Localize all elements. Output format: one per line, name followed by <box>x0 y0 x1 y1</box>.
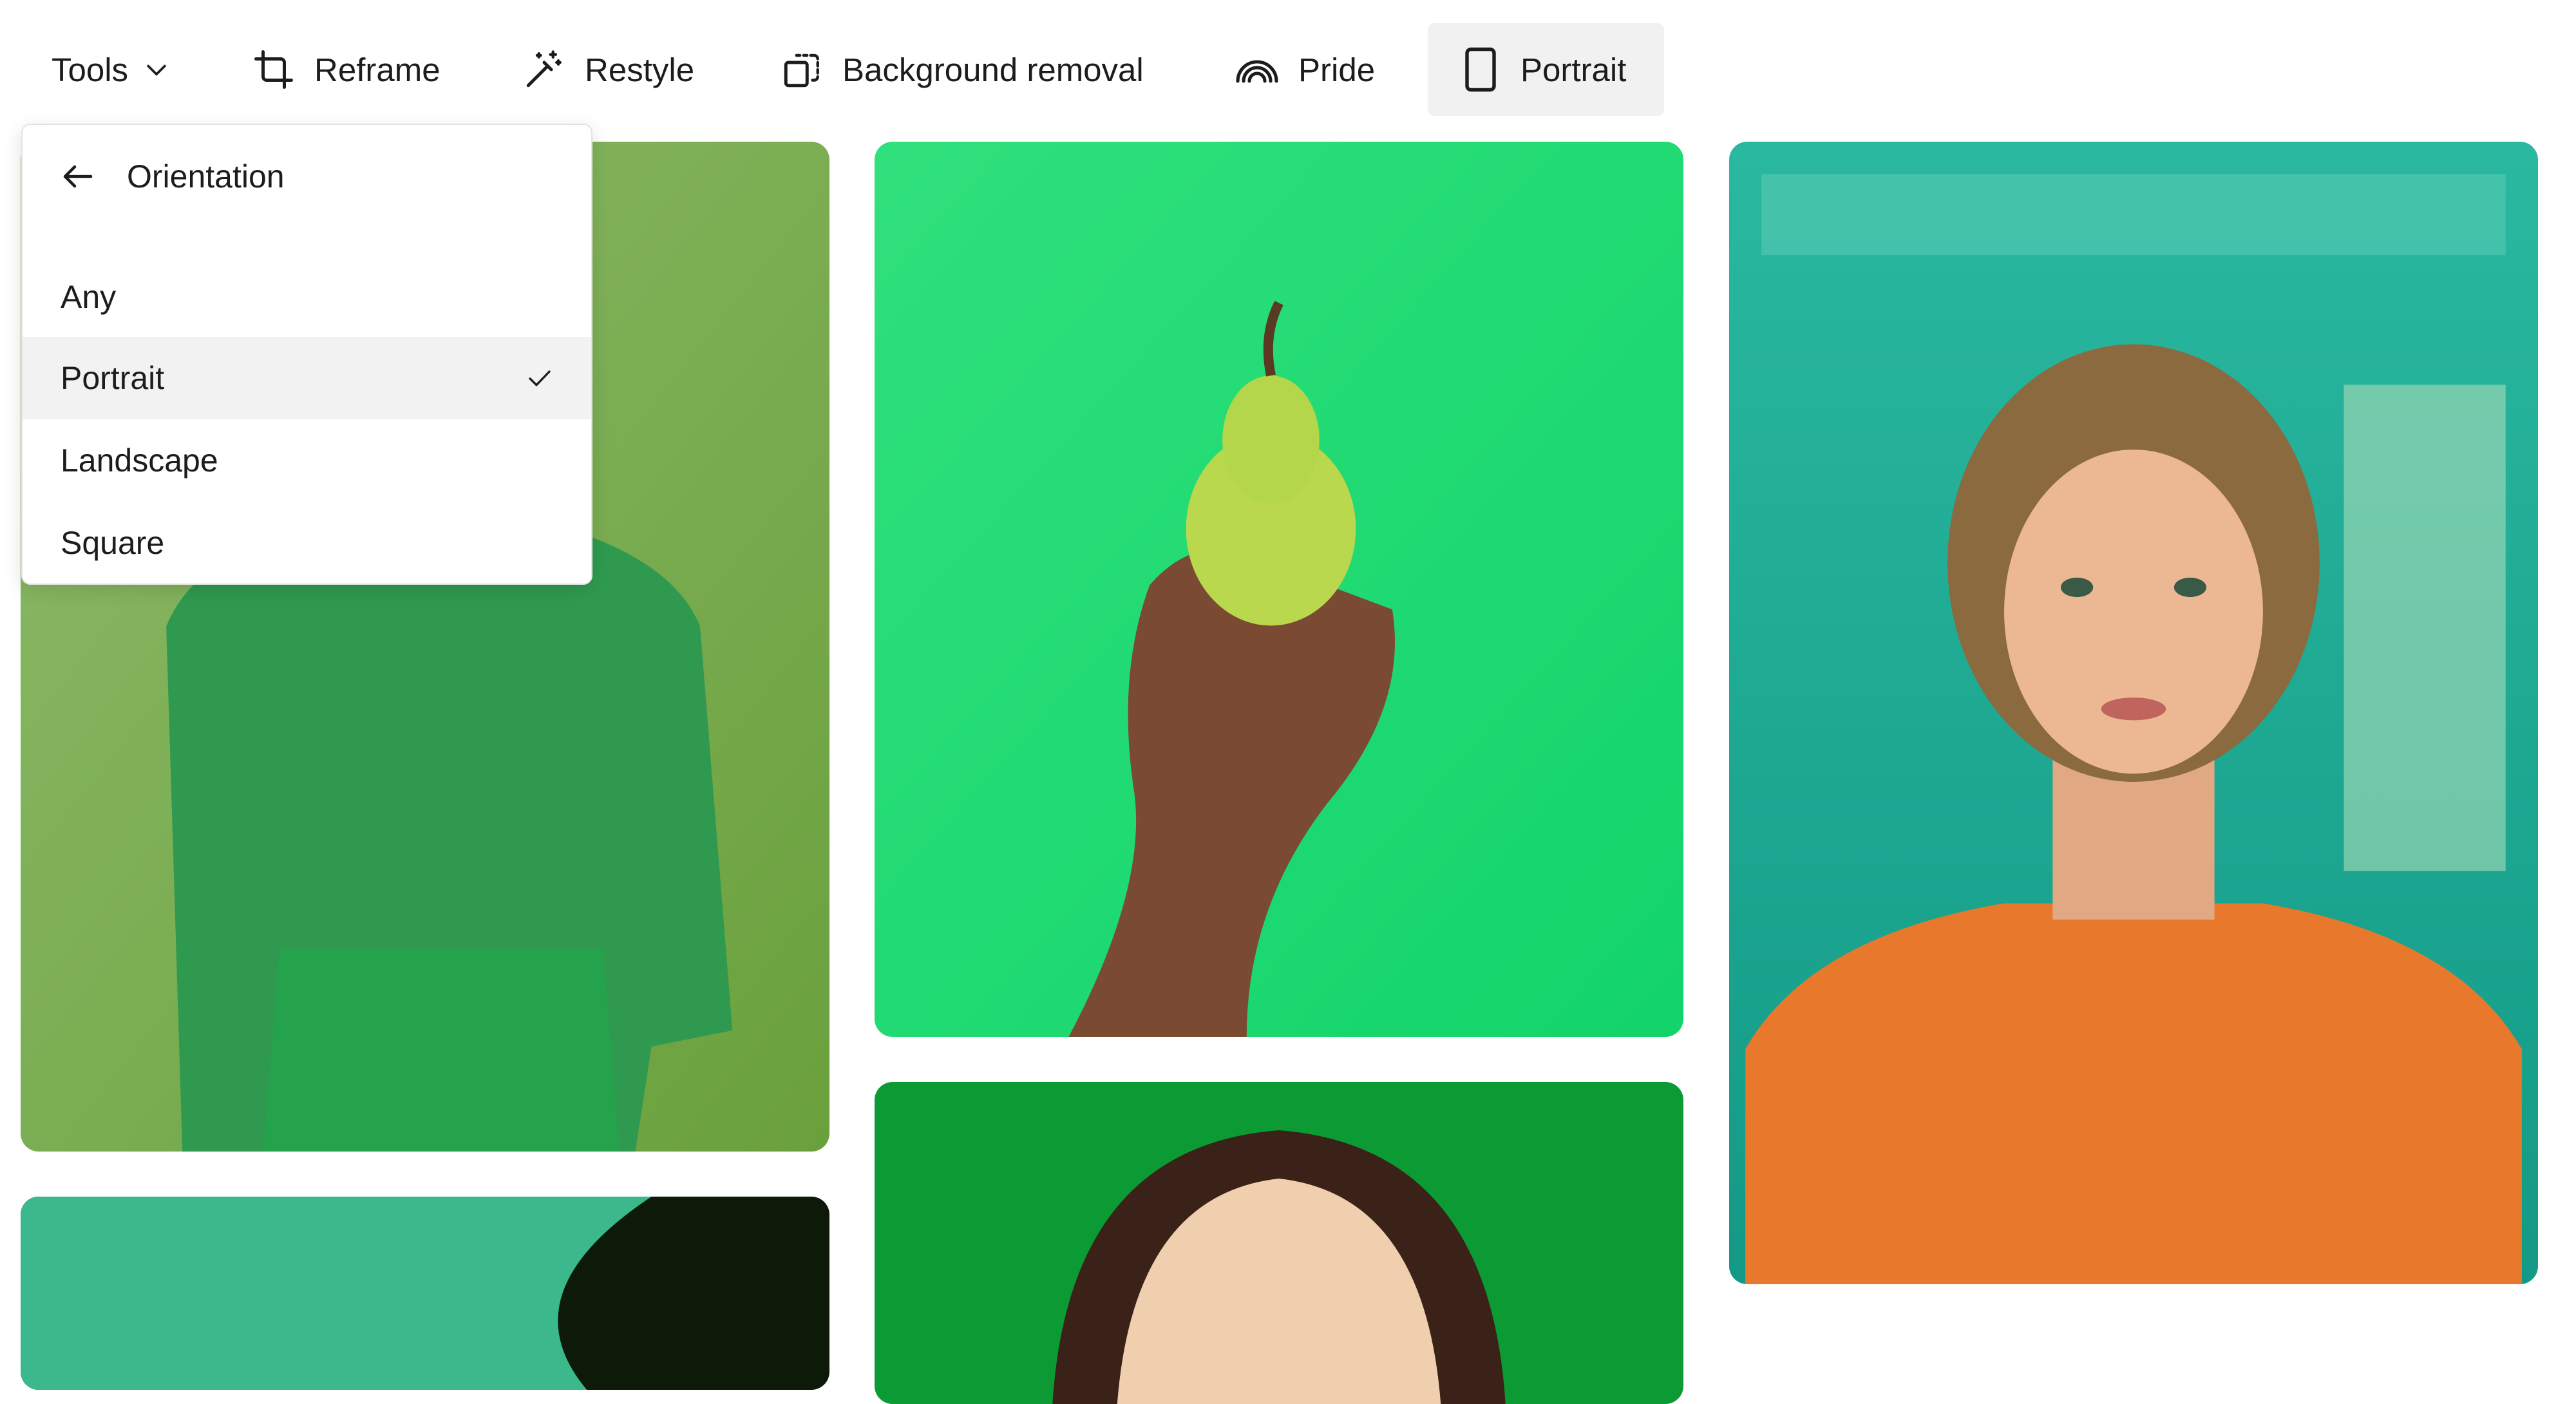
restyle-label: Restyle <box>585 51 695 88</box>
tools-label: Tools <box>52 51 129 88</box>
image-hand-holding-pear <box>875 142 1683 1037</box>
option-label: Square <box>61 525 165 561</box>
option-label: Portrait <box>61 360 165 396</box>
portrait-orientation-icon <box>1465 47 1496 92</box>
image-card-hand-holding-pear[interactable] <box>875 142 1683 1037</box>
pride-label: Pride <box>1298 51 1376 88</box>
image-teal-dark-abstract <box>21 1197 829 1390</box>
tools-dropdown-button[interactable]: Tools <box>52 23 171 116</box>
arrow-left-icon[interactable] <box>59 157 97 196</box>
orientation-menu-title: Orientation <box>127 158 285 194</box>
chevron-down-icon <box>147 64 166 76</box>
image-card-teal-dark-abstract[interactable] <box>21 1197 829 1390</box>
option-label: Any <box>61 279 117 315</box>
restyle-button[interactable]: Restyle <box>523 23 694 116</box>
orientation-menu-header: Orientation <box>23 151 591 202</box>
image-girl-orange-shirt-teal-room <box>1729 142 2538 1284</box>
pride-button[interactable]: Pride <box>1234 23 1375 116</box>
image-woman-green-background <box>875 1082 1683 1404</box>
toolbar: Tools Reframe Restyle Background removal… <box>0 23 2576 116</box>
background-removal-label: Background removal <box>842 51 1144 88</box>
crop-icon <box>254 50 293 89</box>
background-removal-button[interactable]: Background removal <box>781 23 1144 116</box>
background-removal-icon <box>784 53 819 88</box>
orientation-option-portrait[interactable]: Portrait <box>23 337 591 419</box>
orientation-option-any[interactable]: Any <box>23 256 591 338</box>
portrait-filter-button[interactable]: Portrait <box>1428 23 1664 116</box>
checkmark-icon <box>529 370 551 386</box>
portrait-label: Portrait <box>1520 51 1627 88</box>
orientation-menu: Orientation Any Portrait Landscape Squar… <box>21 124 592 585</box>
reframe-button[interactable]: Reframe <box>252 23 440 116</box>
rainbow-icon <box>1236 60 1278 83</box>
reframe-label: Reframe <box>314 51 440 88</box>
orientation-option-landscape[interactable]: Landscape <box>23 419 591 502</box>
magic-wand-icon <box>526 50 562 88</box>
image-card-girl-orange-shirt[interactable] <box>1729 142 2538 1284</box>
option-label: Landscape <box>61 442 218 479</box>
image-card-woman-green-background[interactable] <box>875 1082 1683 1404</box>
orientation-option-square[interactable]: Square <box>23 502 591 583</box>
